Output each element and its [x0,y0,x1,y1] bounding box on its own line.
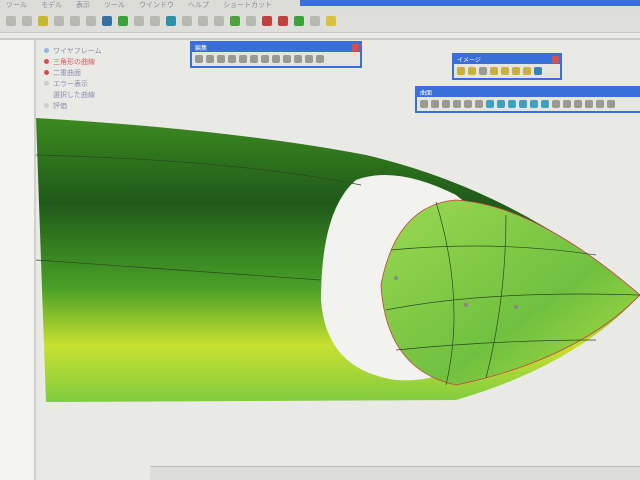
option-icon[interactable] [310,15,320,26]
tool-icon[interactable] [239,55,247,63]
edit-toolbar[interactable]: 編集 [190,41,362,68]
tool-icon[interactable] [272,55,280,63]
tool-icon[interactable] [523,67,531,75]
fit-icon[interactable] [246,15,256,26]
shade-icon[interactable] [230,15,240,26]
tool-icon[interactable] [250,55,258,63]
tool-icon[interactable] [475,100,483,108]
menu-item[interactable]: ツール [6,0,27,9]
tool-icon[interactable] [497,100,505,108]
tool-icon[interactable] [206,55,214,63]
tool-icon[interactable] [479,67,487,75]
toolbar-title: イメージ [457,57,481,64]
render-icon[interactable] [166,15,176,26]
menu-item[interactable]: モデル [41,0,62,9]
control-point[interactable] [394,276,398,280]
tool-icon[interactable] [541,100,549,108]
tool-icon[interactable] [501,67,509,75]
tool-icon[interactable] [585,100,593,108]
forward-icon[interactable] [22,15,32,26]
tool-icon[interactable] [453,100,461,108]
tree-item[interactable]: 二重曲面 [44,68,102,79]
tool-icon[interactable] [530,100,538,108]
color-icon[interactable] [262,15,272,26]
tool-icon[interactable] [228,55,236,63]
menu-item[interactable]: ウインドウ [139,0,174,9]
toolbar-icons [454,64,560,78]
main-toolbar [0,9,640,33]
surface-toolbar[interactable]: 曲面 [415,86,640,113]
menu-item[interactable]: ショートカット [223,0,272,9]
tool-icon[interactable] [607,100,615,108]
control-point[interactable] [514,305,518,309]
node-icon [44,48,49,53]
control-point[interactable] [464,303,468,307]
measure-icon[interactable] [150,15,160,26]
menu-item[interactable]: ツール [104,0,125,9]
tool-icon[interactable] [316,55,324,63]
rotate-icon[interactable] [182,15,192,26]
toolbar-title: 曲面 [420,90,433,97]
node-icon [44,103,49,108]
tree-root[interactable]: ワイヤフレーム [44,46,102,57]
left-panel [0,40,36,480]
tool-icon[interactable] [574,100,582,108]
pan-icon[interactable] [198,15,208,26]
menu-item[interactable]: ヘルプ [188,0,209,9]
tool-icon[interactable] [305,55,313,63]
error-icon [44,59,49,64]
layer-icon[interactable] [294,15,304,26]
tool-icon[interactable] [508,100,516,108]
material-icon[interactable] [278,15,288,26]
view-icon[interactable] [102,15,112,26]
box-icon[interactable] [38,15,48,26]
zoom-icon[interactable] [214,15,224,26]
model-tree: ワイヤフレーム 三角形の曲線 二重曲面 エラー表示 選択した曲線 評価 [44,46,102,112]
3d-viewport[interactable] [36,110,640,470]
close-icon[interactable] [352,44,359,51]
image-toolbar[interactable]: イメージ [452,53,562,80]
folder-icon[interactable] [326,15,336,26]
tool-icon[interactable] [486,100,494,108]
tool-icon[interactable] [217,55,225,63]
menu-item[interactable]: 表示 [76,0,90,9]
arrow-icon[interactable] [70,15,80,26]
tool-icon[interactable] [261,55,269,63]
tree-item[interactable]: エラー表示 [44,79,102,90]
tool-icon[interactable] [283,55,291,63]
status-bar [150,466,640,480]
tool-icon[interactable] [552,100,560,108]
tool-icon[interactable] [464,100,472,108]
divider [0,38,640,40]
title-bar [300,0,640,6]
tree-item[interactable]: 三角形の曲線 [44,57,102,68]
error-icon [44,70,49,75]
curve-icon[interactable] [134,15,144,26]
toolbar-icons [192,52,360,66]
toolbar-icons [417,97,640,111]
tool-icon[interactable] [596,100,604,108]
tool-icon[interactable] [490,67,498,75]
line-icon[interactable] [54,15,64,26]
inner-surface [380,199,640,386]
search-icon[interactable] [86,15,96,26]
close-icon[interactable] [552,56,559,63]
tool-icon[interactable] [294,55,302,63]
toolbar-title: 編集 [195,45,208,52]
node-icon [44,81,49,86]
back-icon[interactable] [6,15,16,26]
surface-icon[interactable] [118,15,128,26]
tool-icon[interactable] [519,100,527,108]
tool-icon[interactable] [195,55,203,63]
tool-icon[interactable] [457,67,465,75]
tool-icon[interactable] [420,100,428,108]
tool-icon[interactable] [534,67,542,75]
tool-icon[interactable] [512,67,520,75]
tool-icon[interactable] [468,67,476,75]
tool-icon[interactable] [563,100,571,108]
tool-icon[interactable] [431,100,439,108]
tool-icon[interactable] [442,100,450,108]
tree-item[interactable]: 選択した曲線 [44,90,102,101]
